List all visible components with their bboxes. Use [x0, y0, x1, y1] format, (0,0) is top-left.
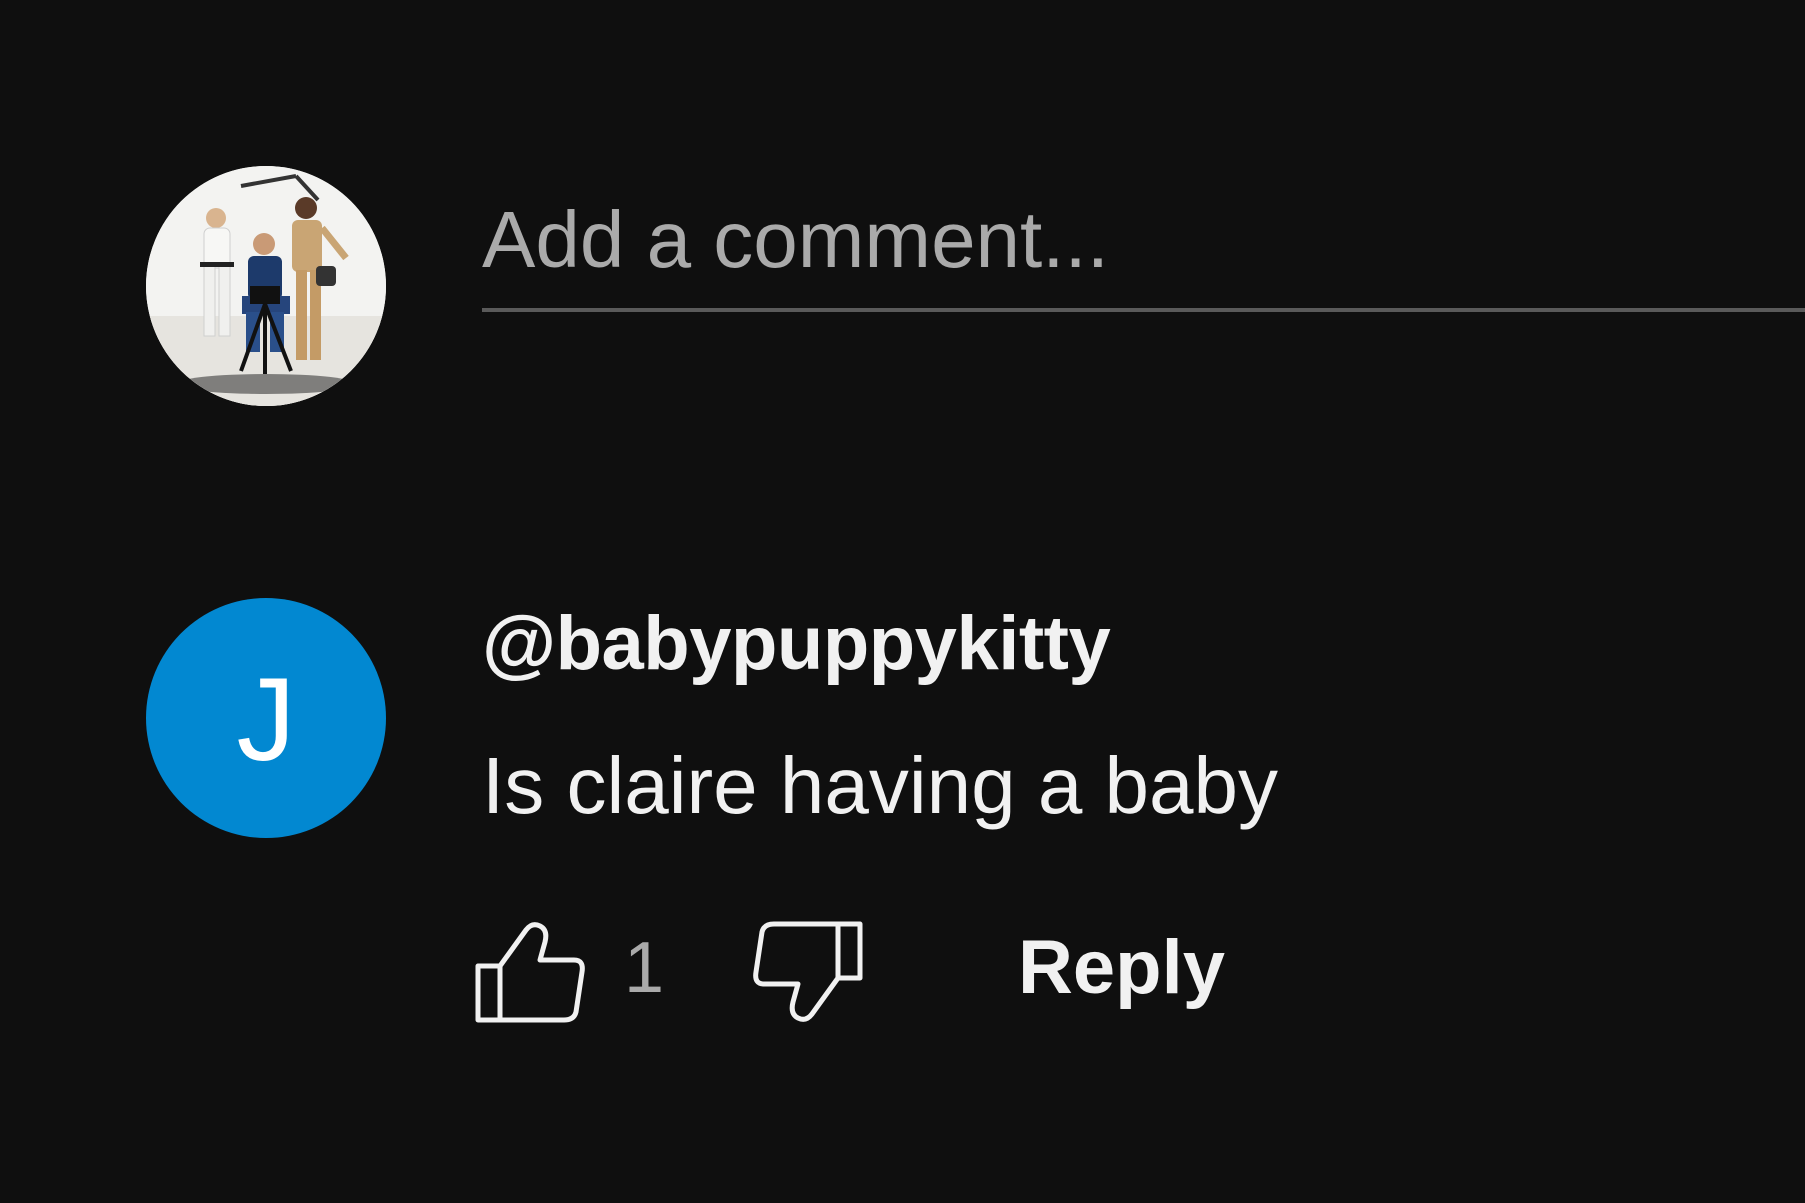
add-comment-field[interactable]	[482, 170, 1805, 315]
comment-author-avatar[interactable]: J	[146, 598, 386, 838]
like-count: 1	[624, 928, 665, 1008]
comment-text: Is claire having a baby	[482, 741, 1279, 830]
user-avatar-photo	[146, 166, 386, 406]
comment-author-handle[interactable]: @babypuppykitty	[482, 606, 1111, 682]
dislike-button[interactable]	[748, 916, 868, 1028]
comment-input-underline	[482, 308, 1805, 312]
thumbs-down-icon	[753, 921, 863, 1022]
user-avatar[interactable]	[146, 166, 386, 406]
author-initial: J	[236, 654, 296, 786]
thumbs-up-icon	[475, 922, 585, 1023]
add-comment-input[interactable]	[482, 170, 1805, 310]
reply-button[interactable]: Reply	[1018, 930, 1225, 1006]
comments-section: J @babypuppykitty Is claire having a bab…	[0, 0, 1805, 1203]
like-button[interactable]	[470, 916, 590, 1028]
